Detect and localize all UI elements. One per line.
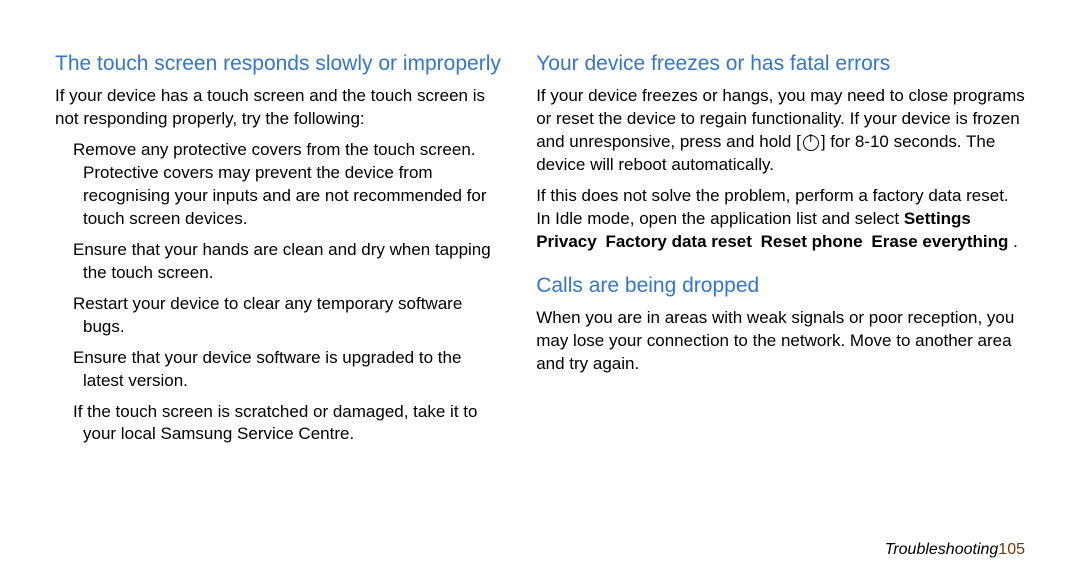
footer-section: Troubleshooting xyxy=(885,541,999,558)
menu-step: Privacy xyxy=(536,232,597,251)
freezes-para2: If this does not solve the problem, perf… xyxy=(536,185,1025,254)
list-item: Ensure that your hands are clean and dry… xyxy=(55,239,506,285)
right-column: Your device freezes or has fatal errors … xyxy=(536,50,1025,561)
menu-step: Reset phone xyxy=(761,232,863,251)
list-item: Remove any protective covers from the to… xyxy=(55,139,506,231)
heading-freezes: Your device freezes or has fatal errors xyxy=(536,50,1025,77)
touchscreen-list: Remove any protective covers from the to… xyxy=(55,139,506,446)
freezes-para2-suffix: . xyxy=(1013,232,1018,251)
heading-touchscreen: The touch screen responds slowly or impr… xyxy=(55,50,506,77)
calls-para: When you are in areas with weak signals … xyxy=(536,307,1025,376)
power-icon xyxy=(803,135,819,151)
left-column: The touch screen responds slowly or impr… xyxy=(55,50,506,561)
list-item: Ensure that your device software is upgr… xyxy=(55,347,506,393)
touchscreen-intro: If your device has a touch screen and th… xyxy=(55,85,506,131)
footer-page-number: 105 xyxy=(998,541,1025,558)
freezes-para1: If your device freezes or hangs, you may… xyxy=(536,85,1025,177)
menu-step: Settings xyxy=(904,209,971,228)
menu-step: Factory data reset xyxy=(605,232,751,251)
footer: Troubleshooting105 xyxy=(885,539,1025,561)
list-item: If the touch screen is scratched or dama… xyxy=(55,401,506,447)
menu-step: Erase everything xyxy=(871,232,1008,251)
heading-calls: Calls are being dropped xyxy=(536,272,1025,299)
list-item: Restart your device to clear any tempora… xyxy=(55,293,506,339)
